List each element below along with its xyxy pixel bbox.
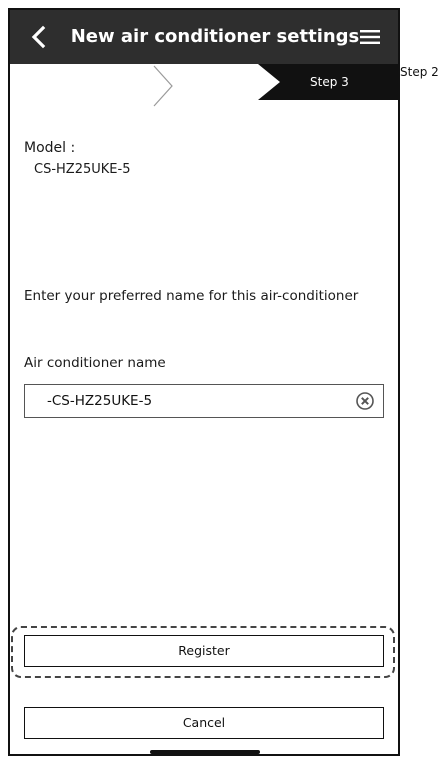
step-current-label: Step 3 (310, 75, 349, 89)
phone-screen: New air conditioner settings Step 3 Mode… (8, 8, 400, 756)
home-indicator (150, 750, 260, 754)
name-field-container (24, 384, 384, 418)
step-next-label: Step 2 (400, 65, 439, 79)
air-conditioner-name-input[interactable] (25, 385, 345, 417)
cancel-button[interactable]: Cancel (24, 707, 384, 739)
step-progress-bar: Step 3 (10, 64, 398, 108)
register-button[interactable]: Register (24, 635, 384, 667)
model-label: Model : (24, 140, 76, 156)
app-header: New air conditioner settings (10, 10, 398, 64)
step-separator-chevron-icon (153, 65, 173, 107)
chevron-left-icon[interactable] (24, 22, 54, 52)
page-title: New air conditioner settings (70, 26, 360, 47)
model-value: CS-HZ25UKE-5 (34, 162, 131, 177)
hamburger-menu-icon[interactable] (358, 25, 382, 49)
clear-circle-x-icon[interactable] (356, 392, 374, 410)
name-field-label: Air conditioner name (24, 355, 166, 371)
name-prompt-text: Enter your preferred name for this air-c… (24, 288, 359, 304)
